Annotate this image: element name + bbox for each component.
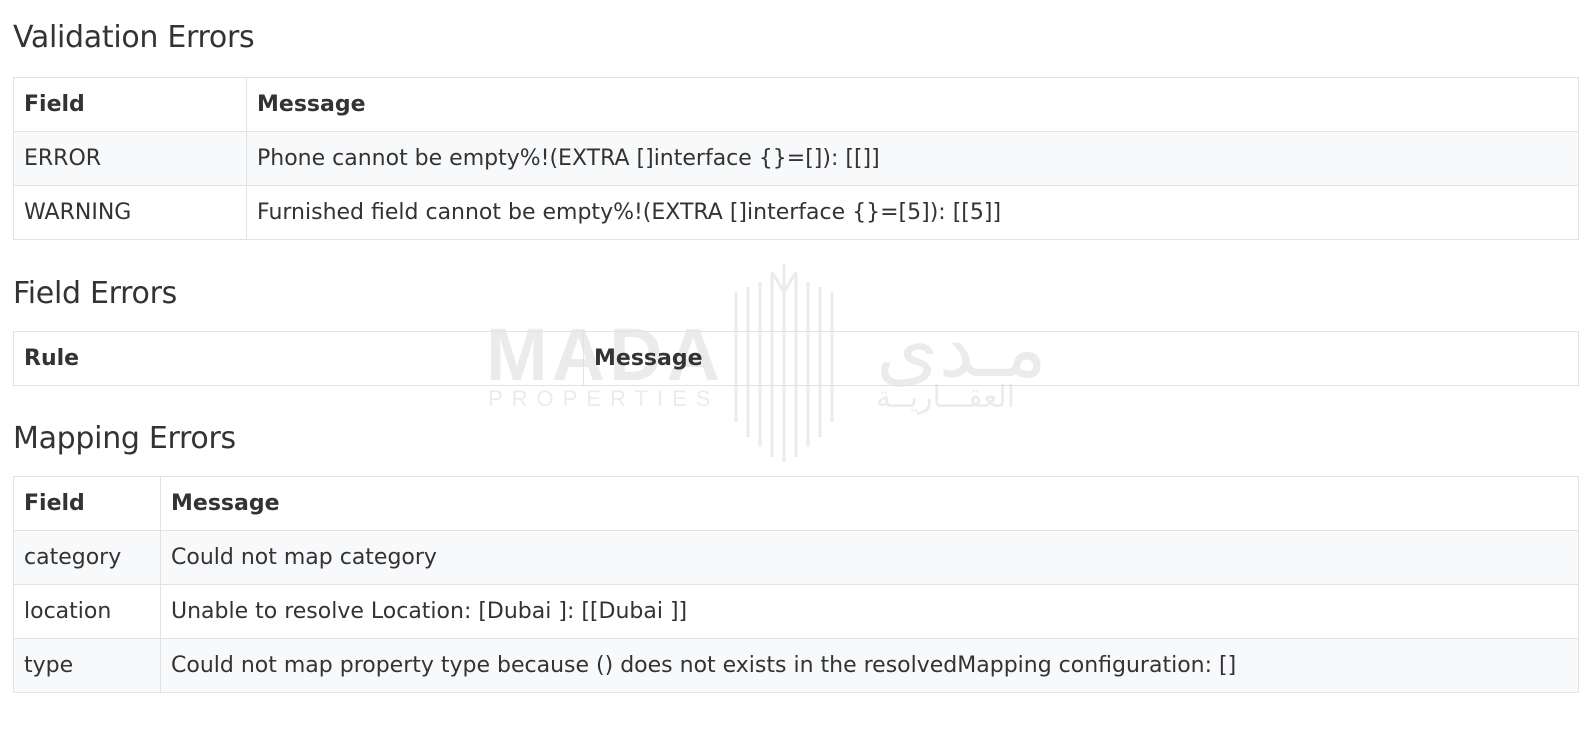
field-errors-title: Field Errors (13, 276, 177, 311)
table-row: type Could not map property type because… (13, 638, 1579, 693)
validation-errors-table: Field Message ERROR Phone cannot be empt… (13, 77, 1579, 240)
message-cell: Could not map property type because () d… (160, 638, 1579, 693)
field-cell: location (13, 584, 161, 639)
mapping-errors-table: Field Message category Could not map cat… (13, 476, 1579, 693)
field-errors-table: Rule Message (13, 331, 1579, 386)
message-cell: Phone cannot be empty%!(EXTRA []interfac… (246, 131, 1579, 186)
message-cell: Furnished field cannot be empty%!(EXTRA … (246, 185, 1579, 240)
table-row: WARNING Furnished field cannot be empty%… (13, 185, 1579, 240)
table-row: category Could not map category (13, 530, 1579, 585)
column-header-message: Message (583, 331, 1579, 386)
column-header-rule: Rule (13, 331, 584, 386)
field-cell: ERROR (13, 131, 247, 186)
mapping-errors-title: Mapping Errors (13, 421, 236, 456)
field-cell: category (13, 530, 161, 585)
message-cell: Unable to resolve Location: [Dubai ]: [[… (160, 584, 1579, 639)
validation-errors-title: Validation Errors (13, 20, 255, 55)
table-header-row: Rule Message (13, 331, 1579, 386)
field-cell: WARNING (13, 185, 247, 240)
column-header-field: Field (13, 476, 161, 531)
table-row: ERROR Phone cannot be empty%!(EXTRA []in… (13, 131, 1579, 186)
column-header-field: Field (13, 77, 247, 132)
column-header-message: Message (160, 476, 1579, 531)
field-cell: type (13, 638, 161, 693)
watermark-latin-subtext: PROPERTIES (488, 386, 720, 411)
column-header-message: Message (246, 77, 1579, 132)
table-header-row: Field Message (13, 77, 1579, 132)
message-cell: Could not map category (160, 530, 1579, 585)
table-row: location Unable to resolve Location: [Du… (13, 584, 1579, 639)
table-header-row: Field Message (13, 476, 1579, 531)
